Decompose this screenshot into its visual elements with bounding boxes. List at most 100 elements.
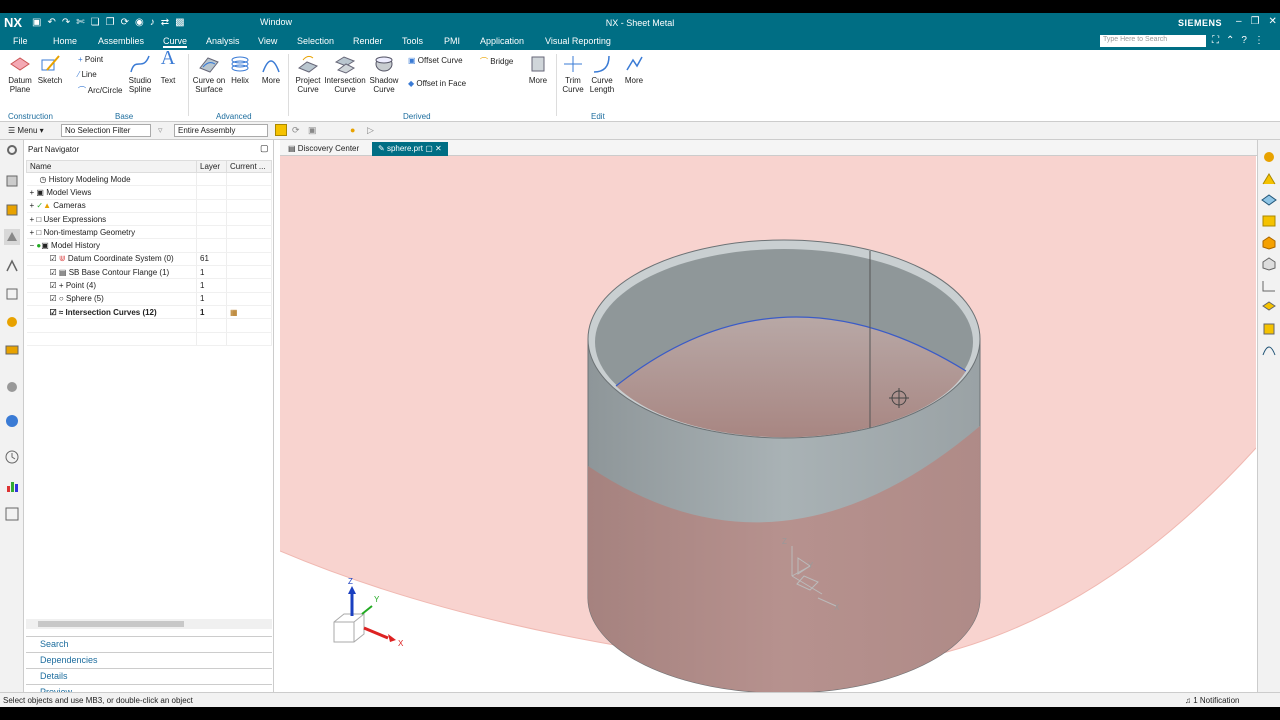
command-search-input[interactable]: Type Here to Search xyxy=(1100,35,1206,47)
reuse-library-icon[interactable] xyxy=(4,258,20,274)
measure-icon[interactable] xyxy=(1261,214,1277,228)
analysis-shape-icon[interactable] xyxy=(1261,343,1277,357)
snap-options-icon[interactable]: ▣ xyxy=(308,125,317,136)
assembly-navigator-icon[interactable] xyxy=(4,173,20,189)
plane-icon[interactable] xyxy=(1261,193,1277,207)
tree-row[interactable]: ◷ History Modeling Mode xyxy=(26,172,272,187)
tree-row[interactable]: + □ User Expressions xyxy=(26,212,272,227)
maximize-panel-icon[interactable]: ▢ xyxy=(260,143,269,154)
palette-icon[interactable] xyxy=(4,379,20,395)
history-icon[interactable] xyxy=(4,286,20,302)
fullscreen-icon[interactable]: ⛶ xyxy=(1212,35,1219,46)
close-icon[interactable]: ✕ xyxy=(1269,16,1277,27)
graphics-window[interactable]: Z Y X Z Y X xyxy=(280,156,1256,703)
tab-file[interactable]: File xyxy=(13,36,28,46)
line-button[interactable]: ⁄ Line xyxy=(78,70,97,79)
expand-icon[interactable]: + xyxy=(30,201,35,210)
tab-visual-reporting[interactable]: Visual Reporting xyxy=(545,36,611,46)
column-layer[interactable]: Layer xyxy=(196,160,227,173)
sheet-icon[interactable] xyxy=(1261,322,1277,336)
highlight-icon[interactable]: ▷ xyxy=(367,125,374,136)
column-name[interactable]: Name xyxy=(26,160,197,173)
offset-in-face-button[interactable]: ◆ Offset in Face xyxy=(408,79,466,88)
filter-icon[interactable]: ▿ xyxy=(158,125,163,136)
tree-row-selected[interactable]: ☑ ≈ Intersection Curves (12) 1 ▦ xyxy=(26,305,272,320)
tab-application[interactable]: Application xyxy=(480,36,524,46)
tab-selection[interactable]: Selection xyxy=(297,36,334,46)
more-advanced-button[interactable]: More xyxy=(258,54,284,85)
settings-icon[interactable] xyxy=(4,142,20,158)
tab-view[interactable]: View xyxy=(258,36,277,46)
web-browser-icon[interactable] xyxy=(4,342,20,358)
shadow-curve-button[interactable]: Shadow Curve xyxy=(368,54,400,94)
curve-length-button[interactable]: Curve Length xyxy=(588,54,616,94)
checkbox-icon[interactable]: ☑ xyxy=(50,294,57,303)
minimize-icon[interactable]: – xyxy=(1236,16,1242,27)
trim-curve-button[interactable]: Trim Curve xyxy=(560,54,586,94)
tree-row[interactable]: + □ Non-timestamp Geometry xyxy=(26,225,272,240)
tab-analysis[interactable]: Analysis xyxy=(206,36,240,46)
checkbox-icon[interactable]: ☑ xyxy=(50,268,57,277)
analysis-icon[interactable] xyxy=(4,478,20,494)
more-derived-button[interactable]: More xyxy=(526,54,550,85)
accordion-dependencies[interactable]: Dependencies xyxy=(26,652,272,667)
feature-icon[interactable] xyxy=(1261,300,1277,314)
clock-icon[interactable] xyxy=(4,449,20,465)
point-button[interactable]: + Point xyxy=(78,55,103,64)
grid-icon[interactable] xyxy=(1261,279,1277,293)
expand-icon[interactable]: + xyxy=(30,188,35,197)
text-button[interactable]: A Text xyxy=(156,48,180,85)
help-icon[interactable]: ? xyxy=(1241,35,1247,46)
roles-icon[interactable] xyxy=(4,506,20,522)
tab-assemblies[interactable]: Assemblies xyxy=(98,36,144,46)
globe-icon[interactable] xyxy=(4,413,20,429)
checkbox-icon[interactable]: ☑ xyxy=(50,281,57,290)
sheet-metal-icon[interactable] xyxy=(4,314,20,330)
tab-render[interactable]: Render xyxy=(353,36,383,46)
helix-button[interactable]: Helix xyxy=(228,54,252,85)
selection-scope-dropdown[interactable]: Entire Assembly xyxy=(174,124,268,137)
tree-row[interactable]: + ▣ Model Views xyxy=(26,185,272,200)
snap-point-icon[interactable]: ⟳ xyxy=(292,125,300,136)
tree-row[interactable]: ☑ + Point (4) 1 xyxy=(26,278,272,293)
sketch-button[interactable]: Sketch xyxy=(36,54,64,85)
checkbox-icon[interactable]: ☑ xyxy=(50,308,57,317)
tree-row[interactable]: ☑ ⋓ Datum Coordinate System (0) 61 xyxy=(26,252,272,267)
tab-sphere-prt[interactable]: ✎ sphere.prt ▢ ✕ xyxy=(372,142,448,156)
scrollbar-thumb[interactable] xyxy=(38,621,184,627)
tab-home[interactable]: Home xyxy=(53,36,77,46)
restore-icon[interactable]: ❐ xyxy=(1251,16,1260,27)
tab-pmi[interactable]: PMI xyxy=(444,36,460,46)
project-curve-button[interactable]: Project Curve xyxy=(292,54,324,94)
column-current[interactable]: Current ... xyxy=(226,160,272,173)
tree-row[interactable]: ☑ ○ Sphere (5) 1 xyxy=(26,292,272,306)
intersection-curve-button[interactable]: Intersection Curve xyxy=(324,54,366,94)
roles-resource-icon[interactable] xyxy=(1261,150,1277,164)
checkbox-icon[interactable]: ☑ xyxy=(50,254,57,263)
expand-icon[interactable]: + xyxy=(30,228,35,237)
datum-plane-button[interactable]: Datum Plane xyxy=(6,54,34,94)
menu-button[interactable]: ☰ Menu ▾ xyxy=(8,126,44,135)
notification-button[interactable]: ♫ 1 Notification xyxy=(1185,696,1239,705)
model-canvas[interactable]: Z Y X Z Y X xyxy=(280,156,1256,703)
arc-circle-button[interactable]: ⌒ Arc/Circle xyxy=(78,85,122,96)
part-navigator-icon[interactable] xyxy=(4,229,20,245)
view-select-icon[interactable]: ● xyxy=(350,125,355,135)
offset-curve-button[interactable]: ▣ Offset Curve xyxy=(408,56,463,65)
history-palette-icon[interactable] xyxy=(1261,172,1277,186)
box-icon[interactable] xyxy=(1261,257,1277,271)
collapse-ribbon-icon[interactable]: ⌃ xyxy=(1226,35,1234,46)
bridge-button[interactable]: ⌒ Bridge xyxy=(480,56,513,67)
tree-row[interactable]: − ●▣ Model History xyxy=(26,238,272,253)
expand-icon[interactable]: + xyxy=(30,215,35,224)
more-edit-button[interactable]: More xyxy=(622,54,646,85)
tree-row[interactable]: + ✓▲ Cameras xyxy=(26,199,272,213)
curve-on-surface-button[interactable]: Curve on Surface xyxy=(192,54,226,94)
tab-tools[interactable]: Tools xyxy=(402,36,423,46)
accordion-search[interactable]: Search xyxy=(26,636,272,651)
horizontal-scrollbar[interactable] xyxy=(26,619,272,629)
studio-spline-button[interactable]: Studio Spline xyxy=(126,54,154,94)
close-tab-icon[interactable]: ✕ xyxy=(435,144,442,153)
constraint-navigator-icon[interactable] xyxy=(4,202,20,218)
collapse-icon[interactable]: − xyxy=(30,241,35,250)
